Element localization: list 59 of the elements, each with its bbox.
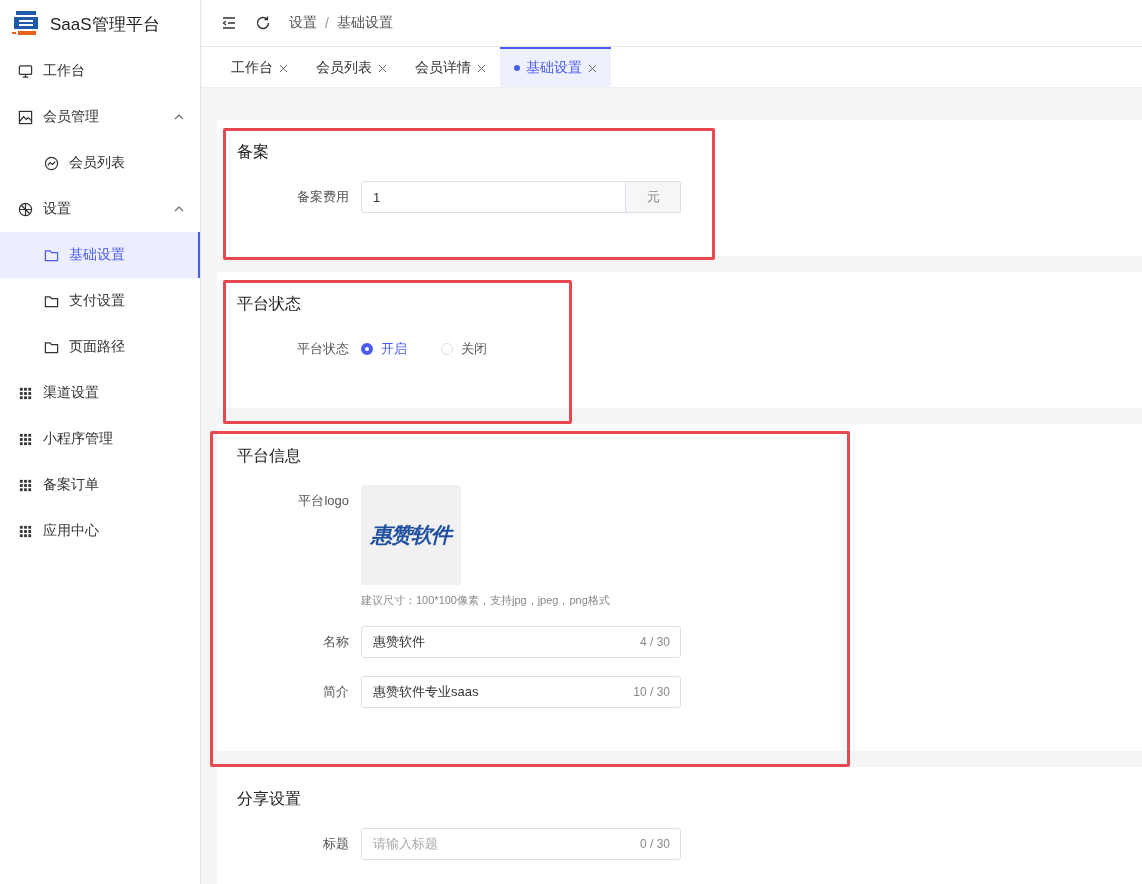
folder-icon [44,293,59,309]
radio-option[interactable]: 关闭 [441,340,487,358]
sidebar-item[interactable]: 渠道设置 [0,370,200,416]
hint-text: 建议尺寸：100*100像素，支持jpg，jpeg，png格式 [361,593,610,608]
unit-suffix: 元 [625,182,680,212]
char-count: 0 / 30 [639,837,671,851]
close-icon[interactable] [588,63,597,73]
sidebar-item[interactable]: 设置 [0,186,200,232]
close-icon[interactable] [477,63,486,73]
folder-icon [44,247,59,263]
breadcrumb-item[interactable]: 设置 [289,14,317,32]
close-icon[interactable] [378,63,387,73]
monitor-icon [18,63,33,79]
sidebar-item[interactable]: 页面路径 [0,324,200,370]
sidebar-item[interactable]: 基础设置 [0,232,200,278]
grid-icon [18,523,33,539]
sidebar-item[interactable]: 支付设置 [0,278,200,324]
input-field[interactable]: 惠赞软件 4 / 30 [361,626,681,658]
close-icon[interactable] [279,63,288,73]
breadcrumb-item[interactable]: 基础设置 [336,14,393,32]
sidebar-item[interactable]: 工作台 [0,48,200,94]
input-field[interactable]: 1 元 [361,181,681,213]
input-field[interactable]: 惠赞软件专业saas 10 / 30 [361,676,681,708]
char-count: 10 / 30 [633,685,671,699]
sidebar-item[interactable]: 应用中心 [0,508,200,554]
breadcrumb-separator: / [325,15,329,31]
field-label: 平台状态 [296,340,350,358]
menu-fold-icon[interactable] [221,15,237,31]
field-label: 标题 [322,835,350,853]
section-title: 备案 [237,142,270,162]
refresh-icon[interactable] [255,15,271,31]
logo-upload[interactable]: 惠赞软件 [361,485,461,585]
page-tab[interactable]: 会员列表 [302,47,401,87]
grid-icon [18,477,33,493]
app-title: SaaS管理平台 [50,13,160,36]
sidebar-item[interactable]: 小程序管理 [0,416,200,462]
section-title: 平台状态 [237,294,302,314]
page-tab[interactable]: 会员详情 [401,47,500,87]
section-title: 分享设置 [237,789,302,809]
field-label: 简介 [322,683,350,701]
input-field[interactable]: 请输入标题 0 / 30 [361,828,681,860]
ball-icon [18,201,33,217]
grid-icon [18,431,33,447]
gauge-icon [44,155,59,171]
folder-icon [44,339,59,355]
sidebar-item[interactable]: 会员管理 [0,94,200,140]
field-label: 备案费用 [296,188,350,206]
field-label: 名称 [322,633,350,651]
field-label: 平台logo [297,492,350,510]
active-dot-icon [514,65,520,71]
sidebar-item[interactable]: 会员列表 [0,140,200,186]
picture-icon [18,109,33,125]
char-count: 4 / 30 [639,635,671,649]
page-tab[interactable]: 工作台 [217,47,302,87]
radio-option[interactable]: 开启 [361,340,407,358]
grid-icon [18,385,33,401]
sidebar-item[interactable]: 备案订单 [0,462,200,508]
section-title: 平台信息 [237,446,302,466]
page-tab[interactable]: 基础设置 [500,47,611,87]
